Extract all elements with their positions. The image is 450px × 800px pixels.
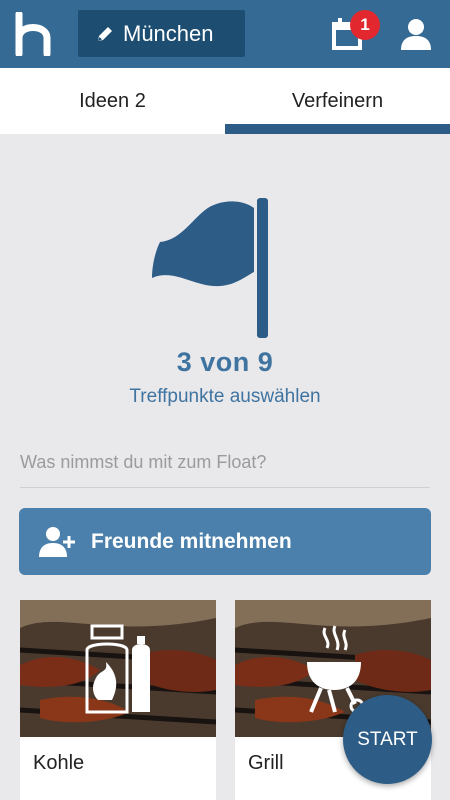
question-text: Was nimmst du mit zum Float? xyxy=(20,452,267,472)
progress-count: 3 von 9 xyxy=(176,347,274,377)
city-selector-button[interactable]: München xyxy=(78,10,245,57)
notification-badge: 1 xyxy=(350,10,380,40)
tab-refine-label: Verfeinern xyxy=(291,89,384,112)
grill-icon xyxy=(307,625,365,714)
user-profile-icon[interactable] xyxy=(398,16,434,52)
item-image xyxy=(20,600,216,737)
item-label: Kohle xyxy=(33,752,85,774)
start-button[interactable]: START xyxy=(343,695,432,784)
bring-friends-button[interactable]: Freunde mitnehmen xyxy=(19,508,431,575)
flag-icon xyxy=(152,198,268,338)
start-label: START xyxy=(357,728,418,750)
progress-subtitle: Treffpunkte auswählen xyxy=(129,386,321,407)
tab-ideas[interactable]: Ideen 2 xyxy=(0,68,225,134)
top-bar: München 1 xyxy=(0,0,450,68)
item-label: Grill xyxy=(248,752,284,774)
pencil-icon xyxy=(98,26,112,41)
tab-ideas-label: Ideen 2 xyxy=(79,89,146,112)
item-card-charcoal[interactable]: Kohle xyxy=(20,600,216,800)
gas-bottles-icon xyxy=(85,624,150,714)
active-tab-indicator xyxy=(225,124,450,134)
logo-icon[interactable] xyxy=(14,12,54,56)
add-user-icon xyxy=(39,526,75,557)
city-label: München xyxy=(123,20,214,46)
bring-friends-label: Freunde mitnehmen xyxy=(91,529,292,553)
divider xyxy=(20,487,430,488)
